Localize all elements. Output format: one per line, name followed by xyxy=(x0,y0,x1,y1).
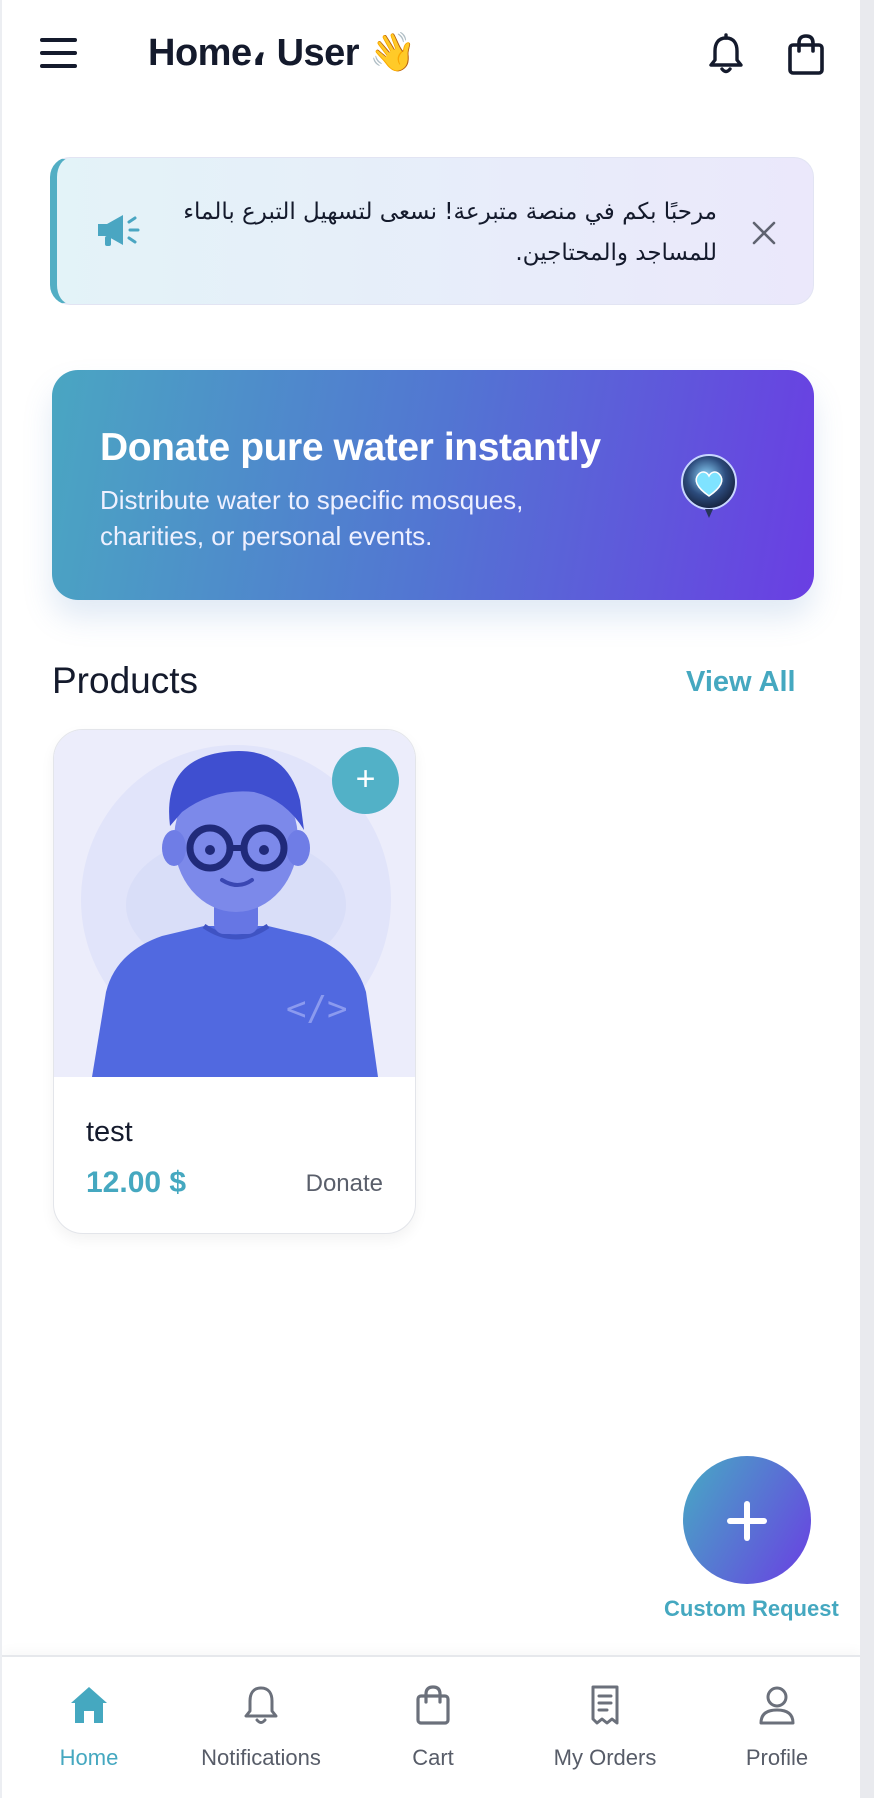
product-name: test xyxy=(86,1116,133,1148)
megaphone-icon xyxy=(98,215,140,246)
nav-label-my-orders: My Orders xyxy=(553,1745,657,1770)
page-title: Home، User 👋 xyxy=(148,32,416,74)
donate-hero-banner[interactable]: Donate pure water instantly Distribute w… xyxy=(52,370,814,600)
banner-subtitle: Distribute water to specific mosques, ch… xyxy=(100,485,524,551)
hamburger-menu-icon[interactable] xyxy=(40,38,80,70)
shopping-bag-icon xyxy=(416,1685,450,1725)
custom-request-button[interactable] xyxy=(683,1456,811,1584)
announcement-text: مرحبًا بكم في منصة متبرعة! نسعى لتسهيل ا… xyxy=(183,199,717,266)
add-to-cart-button[interactable]: + xyxy=(332,747,399,814)
home-icon xyxy=(71,1687,107,1723)
product-card[interactable]: </> + test 12.00 $ Donate xyxy=(53,729,416,1234)
bell-icon xyxy=(244,1686,278,1724)
home-screen: Home، User 👋 مرحبًا بكم في منصة متبرعة! … xyxy=(0,0,860,1798)
nav-label-home: Home xyxy=(59,1745,119,1770)
product-price: 12.00 $ xyxy=(86,1166,187,1199)
view-all-link[interactable]: View All xyxy=(686,666,796,699)
bell-icon[interactable] xyxy=(704,32,748,76)
shopping-bag-icon[interactable] xyxy=(784,32,828,76)
close-icon[interactable] xyxy=(751,220,777,246)
nav-label-profile: Profile xyxy=(745,1745,809,1770)
donate-button[interactable]: Donate xyxy=(306,1170,383,1198)
receipt-icon xyxy=(591,1685,619,1725)
nav-item-home[interactable]: Home xyxy=(3,1683,175,1771)
nav-item-notifications[interactable]: Notifications xyxy=(175,1683,347,1771)
banner-title: Donate pure water instantly xyxy=(100,426,601,469)
products-section-title: Products xyxy=(52,660,199,701)
app-header: Home، User 👋 xyxy=(2,0,860,108)
announcement-banner: مرحبًا بكم في منصة متبرعة! نسعى لتسهيل ا… xyxy=(50,157,814,305)
user-icon xyxy=(759,1686,795,1725)
heart-balloon-icon xyxy=(681,454,737,518)
nav-item-profile[interactable]: Profile xyxy=(691,1683,860,1771)
bottom-navigation: Home Notifications Cart My Orders Profil… xyxy=(2,1655,860,1798)
nav-item-my-orders[interactable]: My Orders xyxy=(519,1683,691,1771)
svg-text:</>: </> xyxy=(286,989,347,1029)
nav-item-cart[interactable]: Cart xyxy=(347,1683,519,1771)
nav-label-cart: Cart xyxy=(412,1745,454,1770)
custom-request-label[interactable]: Custom Request xyxy=(664,1596,839,1622)
nav-label-notifications: Notifications xyxy=(201,1745,321,1770)
